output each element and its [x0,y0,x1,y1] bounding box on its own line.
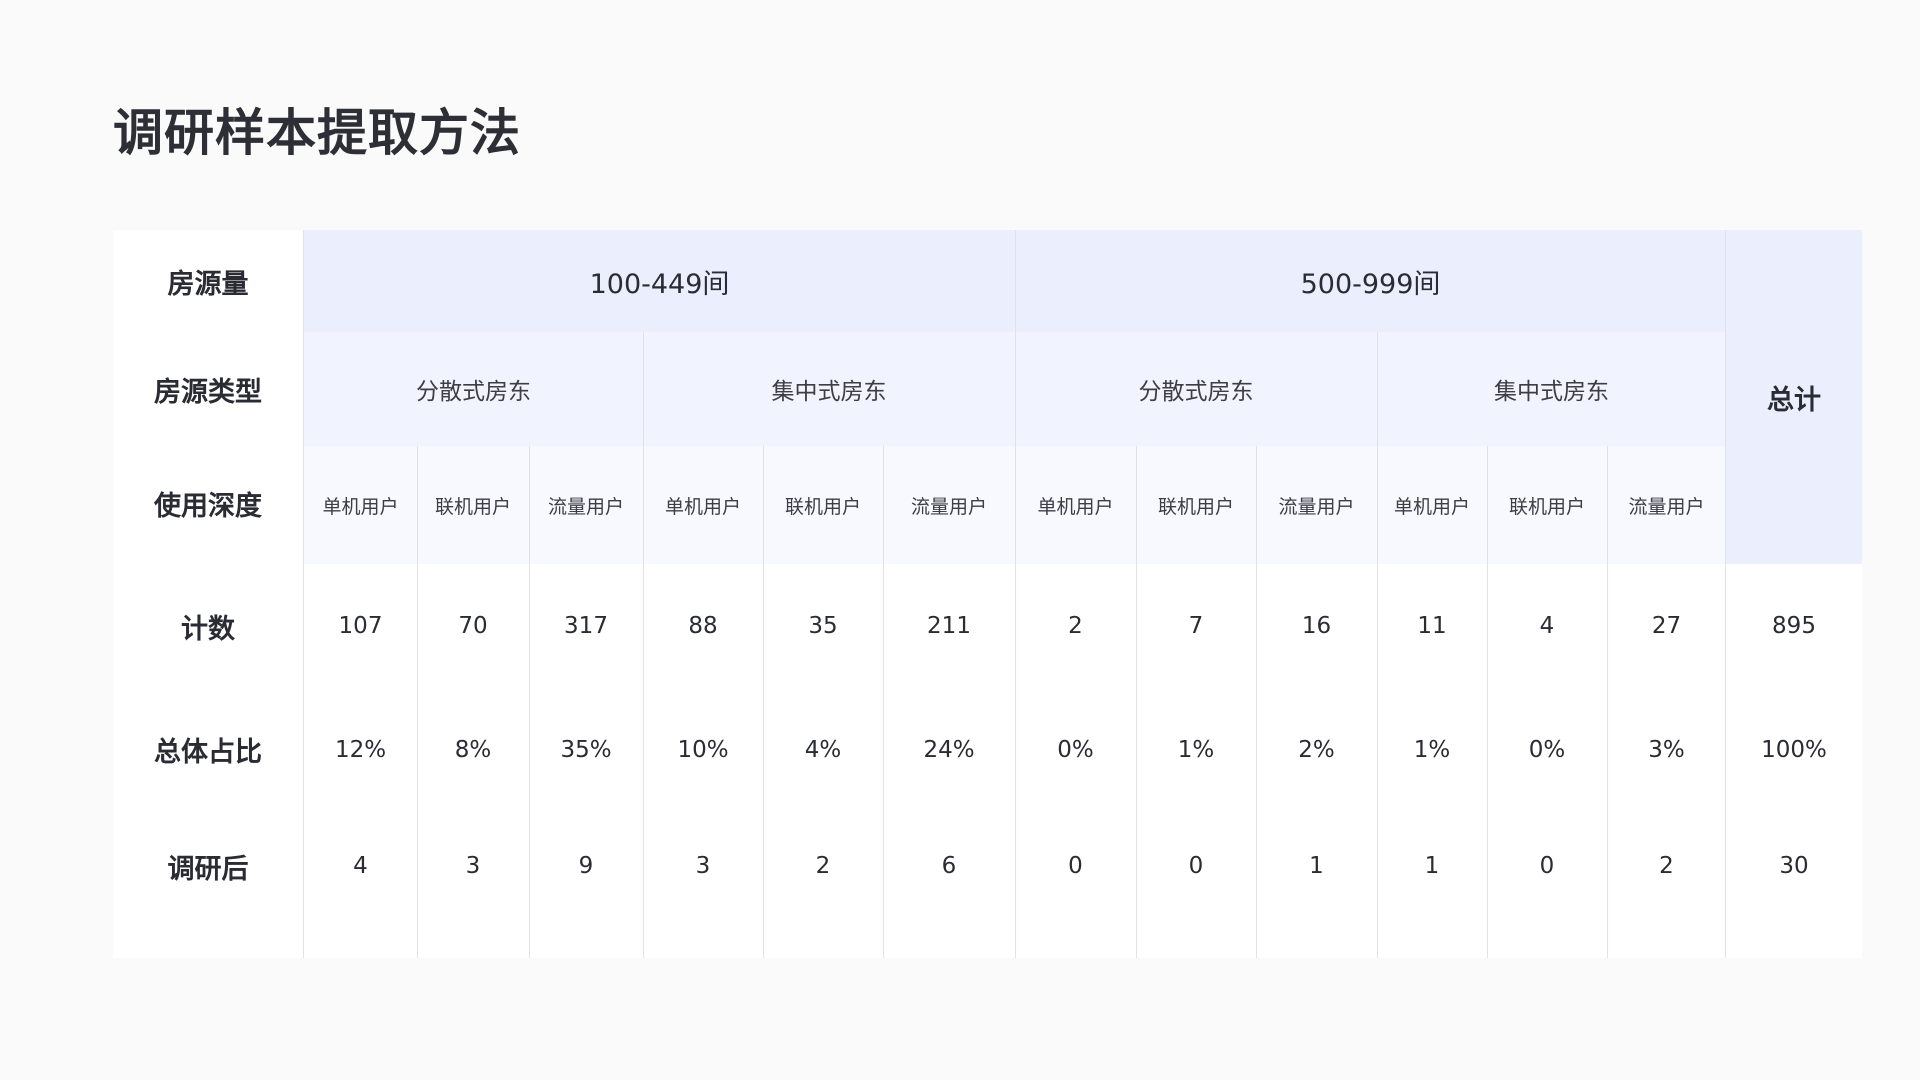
count-cell: 27 [1651,613,1682,639]
total-header: 总计 [1726,230,1862,564]
count-cell: 2 [1068,613,1083,639]
page-title: 调研样本提取方法 [113,104,521,162]
depth-header-standalone: 单机用户 [304,446,417,564]
row-label-type: 房源类型 [154,376,262,408]
after-cell: 1 [1424,853,1440,879]
type-header-scattered: 分散式房东 [1015,332,1377,446]
depth-header-traffic: 流量用户 [883,446,1015,564]
ratio-cell: 0% [1057,736,1094,763]
type-header-scattered: 分散式房东 [304,332,643,446]
column-divider [417,446,418,958]
row-label-after: 调研后 [167,853,249,885]
count-total-cell: 895 [1772,613,1816,639]
count-cell: 107 [338,613,383,639]
after-cell: 2 [1659,853,1674,879]
after-cell: 9 [578,853,594,879]
column-divider [643,332,644,958]
ratio-total-cell: 100% [1761,736,1827,763]
ratio-cell: 4% [804,736,842,763]
ratio-cell: 1% [1413,736,1451,763]
column-divider [1136,446,1137,958]
column-divider [763,446,764,958]
depth-header-online: 联机用户 [417,446,529,564]
count-cell: 7 [1188,613,1204,639]
column-divider [529,446,530,958]
depth-header-online: 联机用户 [1136,446,1256,564]
depth-header-standalone: 单机用户 [1377,446,1487,564]
depth-header-standalone: 单机用户 [1015,446,1136,564]
ratio-cell: 1% [1177,736,1215,763]
column-divider [883,446,884,958]
depth-header-online: 联机用户 [763,446,883,564]
column-divider [1015,230,1016,958]
count-cell: 317 [564,613,608,639]
depth-header-traffic: 流量用户 [1256,446,1377,564]
after-cell: 6 [941,853,957,879]
depth-header-standalone: 单机用户 [643,446,763,564]
ratio-cell: 3% [1648,736,1685,763]
count-cell: 211 [927,613,971,639]
column-divider [1607,446,1608,958]
after-cell: 0 [1188,853,1204,879]
row-label-count: 计数 [181,613,235,645]
count-cell: 35 [808,613,838,639]
ratio-cell: 2% [1298,736,1335,763]
after-total-cell: 30 [1779,853,1809,879]
depth-header-online: 联机用户 [1487,446,1607,564]
column-divider [1487,446,1488,958]
count-cell: 16 [1301,613,1332,639]
ratio-cell: 35% [560,736,612,763]
row-label-range: 房源量 [167,268,249,300]
ratio-cell: 0% [1528,736,1566,763]
column-divider [1256,446,1257,958]
ratio-cell: 24% [923,736,975,763]
after-cell: 0 [1539,853,1555,879]
after-cell: 1 [1309,853,1324,879]
type-header-centralized: 集中式房东 [643,332,1015,446]
count-cell: 11 [1417,613,1447,639]
range-header-100-449: 100-449间 [304,230,1015,332]
ratio-cell: 8% [454,736,492,763]
count-cell: 4 [1539,613,1555,639]
depth-header-traffic: 流量用户 [1607,446,1726,564]
count-cell: 70 [458,613,488,639]
sample-table: 房源量 房源类型 使用深度 计数 总体占比 调研后 100-449间 500-9… [113,230,1862,958]
count-cell: 88 [688,613,718,639]
depth-header-traffic: 流量用户 [529,446,643,564]
ratio-cell: 12% [334,736,387,763]
after-cell: 3 [695,853,711,879]
row-label-ratio: 总体占比 [154,737,262,768]
column-divider [1377,332,1378,958]
column-divider [303,230,304,958]
after-cell: 4 [353,853,368,879]
type-header-centralized: 集中式房东 [1377,332,1726,446]
ratio-cell: 10% [677,736,729,763]
row-label-depth: 使用深度 [154,491,262,522]
after-cell: 2 [815,853,831,879]
column-divider [1725,230,1726,958]
after-cell: 3 [465,853,481,879]
after-cell: 0 [1068,853,1083,879]
range-header-500-999: 500-999间 [1015,230,1726,332]
